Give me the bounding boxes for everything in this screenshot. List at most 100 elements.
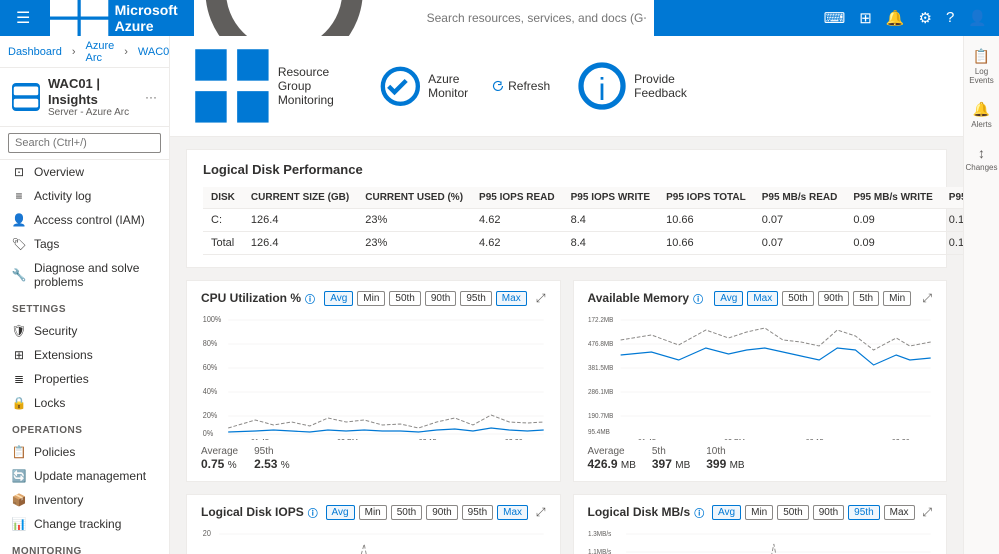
sidebar-item-overview[interactable]: ⊡ Overview — [0, 160, 169, 184]
mbs-avg-btn[interactable]: Avg — [712, 505, 741, 520]
iops-max-btn[interactable]: Max — [497, 505, 528, 520]
changes-panel-item[interactable]: ↕ Changes — [961, 141, 999, 176]
mbs-95th-btn[interactable]: 95th — [848, 505, 879, 520]
memory-chart-legend: Avg Max 50th 90th 5th Min — [714, 291, 911, 306]
svg-text:02:30: 02:30 — [891, 437, 909, 439]
sidebar-nav: ⊡ Overview ≡ Activity log 👤 Access contr… — [0, 160, 169, 554]
security-icon: 🛡 — [12, 324, 26, 338]
iops-chart-header: Logical Disk IOPS ⓘ Avg Min 50th 90th 95… — [201, 505, 546, 520]
resource-group-monitoring-btn[interactable]: Resource Group Monitoring — [186, 42, 357, 130]
table-row: Total126.423%4.628.410.660.070.090.131.0… — [203, 231, 963, 254]
sidebar-item-policies[interactable]: 📋 Policies — [0, 440, 169, 464]
refresh-btn[interactable]: Refresh — [488, 77, 554, 95]
iops-avg-btn[interactable]: Avg — [326, 505, 355, 520]
svg-text:01:45: 01:45 — [637, 437, 655, 439]
mem-avg-btn[interactable]: Avg — [714, 291, 743, 306]
cpu-chart-svg: 100% 80% 60% 40% 20% 0% — [201, 310, 546, 440]
col-current-size: CURRENT SIZE (GB) — [243, 187, 357, 209]
sidebar-item-tags[interactable]: 🏷 Tags — [0, 232, 169, 256]
mbs-50th-btn[interactable]: 50th — [777, 505, 808, 520]
iops-50th-btn[interactable]: 50th — [391, 505, 422, 520]
mem-max-btn[interactable]: Max — [747, 291, 778, 306]
settings-icon[interactable]: ⚙ — [919, 9, 932, 27]
mem-90th-btn[interactable]: 90th — [818, 291, 849, 306]
col-p95-mbs-read: P95 MB/s READ — [754, 187, 846, 209]
iops-90th-btn[interactable]: 90th — [426, 505, 457, 520]
sidebar-item-diagnose[interactable]: 🔧 Diagnose and solve problems — [0, 256, 169, 294]
sidebar-item-activity-log[interactable]: ≡ Activity log — [0, 184, 169, 208]
cpu-chart-expand-icon[interactable]: ⤢ — [536, 291, 546, 306]
mem-min-btn[interactable]: Min — [883, 291, 911, 306]
iops-chart-expand-icon[interactable]: ⤢ — [536, 505, 546, 520]
memory-avg-stat: Average 426.9 MB — [588, 446, 636, 471]
iops-chart-svg: 20 15 10 5 0 — [201, 524, 546, 554]
svg-text:40%: 40% — [203, 386, 218, 395]
mbs-max-btn[interactable]: Max — [884, 505, 915, 520]
svg-text:02:15: 02:15 — [419, 437, 437, 439]
search-input[interactable] — [427, 11, 646, 25]
mbs-chart-title: Logical Disk MB/s ⓘ — [588, 505, 705, 520]
alerts-panel-item[interactable]: 🔔 Alerts — [967, 97, 995, 133]
user-icon[interactable]: 👤 — [968, 9, 987, 27]
sidebar-item-security[interactable]: 🛡 Security — [0, 319, 169, 343]
breadcrumb-wac01[interactable]: WAC01 — [138, 46, 170, 58]
memory-chart-expand-icon[interactable]: ⤢ — [922, 291, 932, 306]
svg-text:i: i — [599, 71, 606, 107]
memory-info-icon[interactable]: ⓘ — [693, 291, 703, 306]
sidebar-search-input[interactable] — [8, 133, 161, 153]
monitoring-section-label: Monitoring — [0, 536, 169, 554]
svg-text:01:45: 01:45 — [251, 437, 269, 439]
cpu-avg-stat: Average 0.75 % — [201, 446, 238, 471]
sidebar-item-update-management[interactable]: 🔄 Update management — [0, 464, 169, 488]
disk-mbs-chart-card: Logical Disk MB/s ⓘ Avg Min 50th 90th 95… — [573, 494, 948, 554]
breadcrumb-dashboard[interactable]: Dashboard — [8, 46, 62, 58]
cloud-shell-icon[interactable]: ⌨ — [824, 9, 846, 27]
azure-topnav: ☰ Microsoft Azure ⌨ ⊞ 🔔 ⚙ ? 👤 — [0, 0, 999, 36]
more-options-button[interactable]: ··· — [145, 90, 157, 104]
notification-icon[interactable]: 🔔 — [886, 9, 905, 27]
change-tracking-icon: 📊 — [12, 517, 26, 531]
col-disk: DISK — [203, 187, 243, 209]
mbs-chart-expand-icon[interactable]: ⤢ — [922, 505, 932, 520]
cpu-50th-btn[interactable]: 50th — [389, 291, 420, 306]
svg-text:95.4MB: 95.4MB — [588, 429, 610, 436]
iops-info-icon[interactable]: ⓘ — [308, 505, 318, 520]
mbs-chart-legend: Avg Min 50th 90th 95th Max — [712, 505, 915, 520]
sidebar-item-access-control[interactable]: 👤 Access control (IAM) — [0, 208, 169, 232]
access-control-icon: 👤 — [12, 213, 26, 227]
iops-chart-title: Logical Disk IOPS ⓘ — [201, 505, 318, 520]
cpu-min-btn[interactable]: Min — [357, 291, 385, 306]
azure-monitor-btn[interactable]: Azure Monitor — [373, 61, 472, 112]
mbs-info-icon[interactable]: ⓘ — [694, 505, 704, 520]
hamburger-button[interactable]: ☰ — [12, 8, 34, 28]
cpu-avg-btn[interactable]: Avg — [324, 291, 353, 306]
mem-5th-btn[interactable]: 5th — [853, 291, 879, 306]
breadcrumb-azure-arc[interactable]: Azure Arc — [86, 40, 115, 64]
col-p95-iops-write: P95 IOPS WRITE — [563, 187, 658, 209]
mbs-min-btn[interactable]: Min — [745, 505, 773, 520]
cpu-95th-btn[interactable]: 95th — [460, 291, 491, 306]
provide-feedback-btn[interactable]: i Provide Feedback — [570, 56, 691, 116]
sidebar-item-properties[interactable]: ≣ Properties — [0, 367, 169, 391]
cpu-90th-btn[interactable]: 90th — [425, 291, 456, 306]
sidebar-item-locks[interactable]: 🔒 Locks — [0, 391, 169, 415]
col-current-used: CURRENT USED (%) — [357, 187, 471, 209]
sidebar-item-extensions[interactable]: ⊞ Extensions — [0, 343, 169, 367]
help-icon[interactable]: ? — [946, 9, 954, 27]
sidebar-item-inventory[interactable]: 📦 Inventory — [0, 488, 169, 512]
sidebar: Dashboard › Azure Arc › WAC01 WAC01 | In… — [0, 36, 170, 554]
log-events-panel-item[interactable]: 📋 Log Events — [964, 44, 999, 89]
mbs-chart-svg: 1.3MB/s 1.1MB/s 976.6KB/s 781.3KB/s 585.… — [588, 524, 933, 554]
cpu-info-icon[interactable]: ⓘ — [305, 291, 315, 306]
sidebar-item-change-tracking[interactable]: 📊 Change tracking — [0, 512, 169, 536]
disk-performance-title: Logical Disk Performance — [203, 162, 930, 177]
iops-min-btn[interactable]: Min — [359, 505, 387, 520]
svg-text:172.2MB: 172.2MB — [588, 317, 614, 324]
mbs-90th-btn[interactable]: 90th — [813, 505, 844, 520]
mem-50th-btn[interactable]: 50th — [782, 291, 813, 306]
svg-text:20%: 20% — [203, 410, 218, 419]
iops-95th-btn[interactable]: 95th — [462, 505, 493, 520]
cpu-utilization-chart-card: CPU Utilization % ⓘ Avg Min 50th 90th 95… — [186, 280, 561, 482]
cpu-max-btn[interactable]: Max — [496, 291, 527, 306]
directory-icon[interactable]: ⊞ — [859, 9, 872, 27]
